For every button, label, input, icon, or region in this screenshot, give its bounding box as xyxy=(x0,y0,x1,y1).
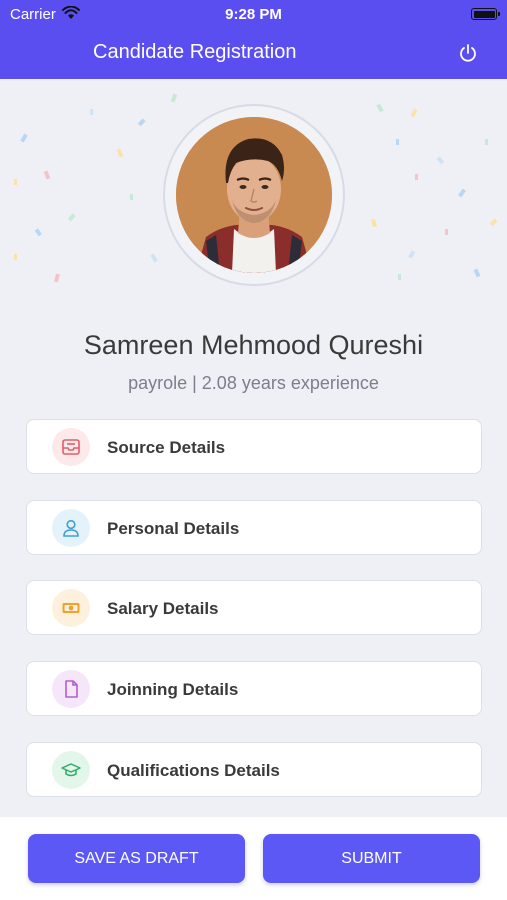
avatar[interactable] xyxy=(176,117,332,273)
source-details-label: Source Details xyxy=(107,438,226,457)
salary-details-icon-wrap xyxy=(52,589,90,627)
source-details-icon-wrap xyxy=(52,428,90,466)
power-icon[interactable] xyxy=(458,43,478,63)
battery-icon xyxy=(471,8,500,20)
qualifications-details-card[interactable]: Qualifications Details xyxy=(26,742,482,797)
qualifications-details-icon-wrap xyxy=(52,751,90,789)
salary-details-card[interactable]: Salary Details xyxy=(26,580,482,635)
user-icon xyxy=(63,519,79,537)
document-icon xyxy=(65,680,78,698)
save-as-draft-button[interactable]: SAVE AS DRAFT xyxy=(28,834,245,883)
inbox-icon xyxy=(62,439,80,455)
personal-details-icon-wrap xyxy=(52,509,90,547)
joinning-details-icon-wrap xyxy=(52,670,90,708)
candidate-name: Samreen Mehmood Qureshi xyxy=(83,330,424,360)
profile-photo xyxy=(176,117,332,273)
page-title: Candidate Registration xyxy=(93,41,297,63)
money-icon xyxy=(62,603,80,613)
bottom-action-bar: SAVE AS DRAFT SUBMIT xyxy=(0,817,507,900)
salary-details-label: Salary Details xyxy=(107,599,219,618)
submit-button[interactable]: SUBMIT xyxy=(263,834,480,883)
clock: 9:28 PM xyxy=(225,6,282,23)
app-header: Carrier 9:28 PM Candidate Registration xyxy=(0,0,507,79)
candidate-subtitle: payrole | 2.08 years experience xyxy=(128,373,379,393)
joinning-details-card[interactable]: Joinning Details xyxy=(26,661,482,716)
personal-details-label: Personal Details xyxy=(107,519,240,538)
personal-details-card[interactable]: Personal Details xyxy=(26,500,482,555)
source-details-card[interactable]: Source Details xyxy=(26,419,482,474)
joinning-details-label: Joinning Details xyxy=(107,680,239,699)
qualifications-details-label: Qualifications Details xyxy=(107,761,280,780)
status-bar: Carrier 9:28 PM xyxy=(0,0,507,28)
graduation-cap-icon xyxy=(61,763,81,777)
